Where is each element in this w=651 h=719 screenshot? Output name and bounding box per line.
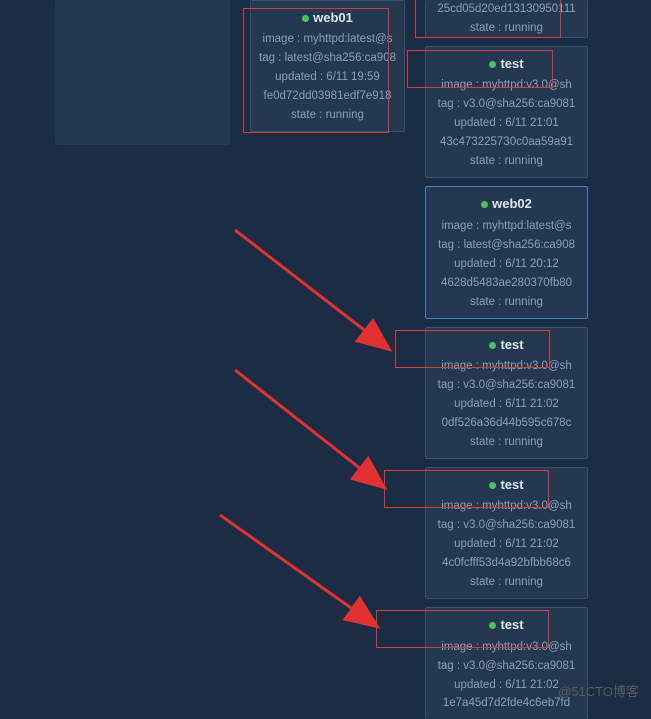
card-title: test	[430, 53, 583, 74]
container-card-web01[interactable]: web01 image : myhttpd:latest@s tag : lat…	[250, 0, 405, 132]
card-updated: updated : 6/11 21:02	[430, 395, 583, 414]
card-hash: 4c0fcfff53d4a92bfbb68c6	[430, 554, 583, 573]
card-state: state : running	[430, 152, 583, 171]
container-card-test-2[interactable]: test image : myhttpd:v3.0@sh tag : v3.0@…	[425, 327, 588, 459]
status-dot-icon	[302, 15, 309, 22]
card-hash: 25cd05d20ed13130950111	[430, 0, 583, 19]
card-hash: 4628d5483ae280370fb80	[430, 274, 583, 293]
status-dot-icon	[489, 342, 496, 349]
card-name: test	[500, 617, 523, 632]
card-tag: tag : latest@sha256:ca908	[255, 49, 400, 68]
container-card-web02[interactable]: web02 image : myhttpd:latest@s tag : lat…	[425, 186, 588, 318]
card-title: test	[430, 474, 583, 495]
status-dot-icon	[489, 622, 496, 629]
card-name: web01	[313, 10, 353, 25]
card-updated: updated : 6/11 19:59	[255, 68, 400, 87]
card-name: test	[500, 477, 523, 492]
card-name: test	[500, 337, 523, 352]
card-hash: 43c473225730c0aa59a91	[430, 133, 583, 152]
card-tag: tag : v3.0@sha256:ca9081	[430, 376, 583, 395]
card-hash: 0df526a36d44b595c678c	[430, 414, 583, 433]
card-image: image : myhttpd:v3.0@sh	[430, 76, 583, 95]
watermark: @51CTO博客	[558, 681, 639, 700]
card-tag: tag : v3.0@sha256:ca9081	[430, 657, 583, 676]
card-title: web02	[430, 193, 583, 214]
card-updated: updated : 6/11 21:02	[430, 535, 583, 554]
status-dot-icon	[489, 482, 496, 489]
card-updated: updated : 6/11 20:12	[430, 255, 583, 274]
card-title: test	[430, 334, 583, 355]
card-state: state : running	[430, 573, 583, 592]
card-image: image : myhttpd:v3.0@sh	[430, 357, 583, 376]
card-name: test	[500, 56, 523, 71]
card-name: web02	[492, 196, 532, 211]
card-title: test	[430, 614, 583, 635]
status-dot-icon	[489, 61, 496, 68]
card-state: state : running	[430, 293, 583, 312]
card-image: image : myhttpd:v3.0@sh	[430, 638, 583, 657]
card-tag: tag : v3.0@sha256:ca9081	[430, 516, 583, 535]
container-card-test-4[interactable]: test image : myhttpd:v3.0@sh tag : v3.0@…	[425, 607, 588, 719]
card-hash: fe0d72dd03981edf7e918	[255, 87, 400, 106]
card-state: state : running	[255, 106, 400, 125]
card-image: image : myhttpd:latest@s	[255, 30, 400, 49]
card-updated: updated : 6/11 21:01	[430, 114, 583, 133]
card-image: image : myhttpd:v3.0@sh	[430, 497, 583, 516]
container-card-test-3[interactable]: test image : myhttpd:v3.0@sh tag : v3.0@…	[425, 467, 588, 599]
card-state: state : running	[430, 19, 583, 38]
card-title: web01	[255, 7, 400, 28]
status-dot-icon	[481, 201, 488, 208]
card-tag: tag : v3.0@sha256:ca9081	[430, 95, 583, 114]
container-card-test-1[interactable]: test image : myhttpd:v3.0@sh tag : v3.0@…	[425, 46, 588, 178]
card-image: image : myhttpd:latest@s	[430, 217, 583, 236]
card-state: state : running	[430, 433, 583, 452]
card-tag: tag : latest@sha256:ca908	[430, 236, 583, 255]
empty-panel	[55, 0, 230, 145]
container-card-partial[interactable]: 25cd05d20ed13130950111 state : running	[425, 0, 588, 38]
